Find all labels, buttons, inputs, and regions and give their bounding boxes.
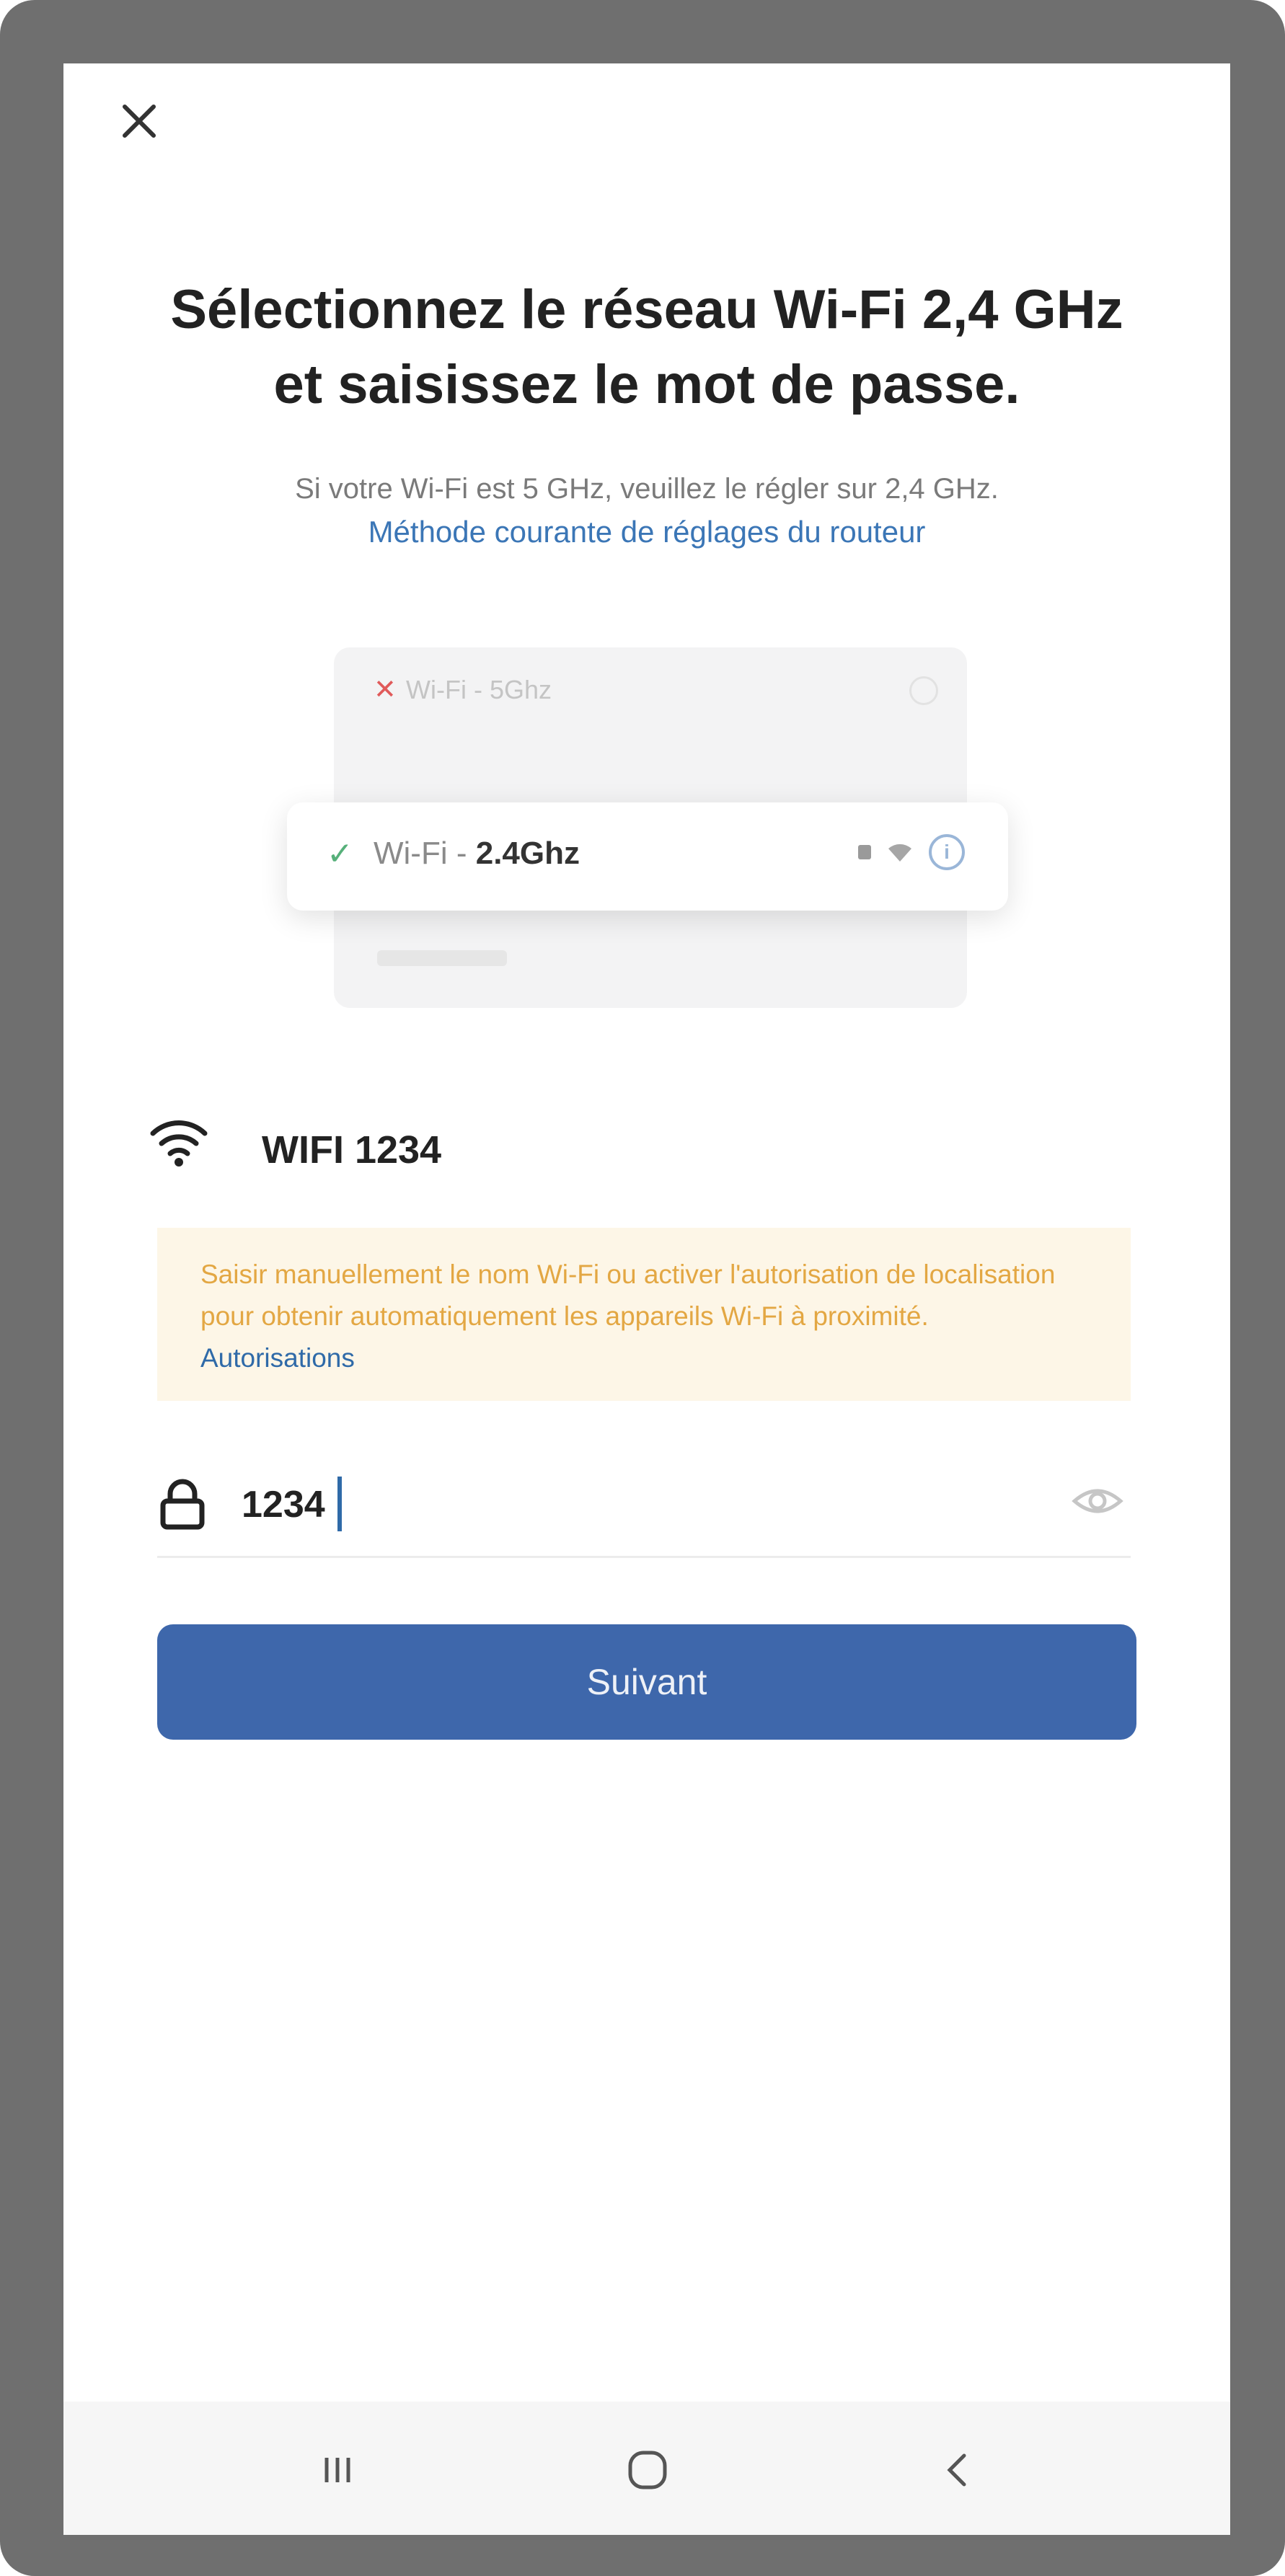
system-navigation-bar xyxy=(63,2402,1230,2535)
password-input[interactable] xyxy=(240,1475,964,1534)
permissions-link[interactable]: Autorisations xyxy=(200,1343,355,1373)
back-button[interactable] xyxy=(907,2430,1008,2510)
cross-icon: ✕ xyxy=(374,675,397,705)
illustration-placeholder-bar xyxy=(377,950,507,966)
back-icon xyxy=(947,2453,966,2487)
close-button[interactable] xyxy=(107,89,172,154)
app-screen: Sélectionnez le réseau Wi-Fi 2,4 GHz et … xyxy=(63,63,1230,2535)
page-title-line2: et saisissez le mot de passe. xyxy=(273,354,1020,415)
wifi-icon xyxy=(888,844,911,862)
illustration-label-5ghz: Wi-Fi - 5Ghz xyxy=(406,675,552,704)
check-icon: ✓ xyxy=(327,836,353,872)
location-permission-notice: Saisir manuellement le nom Wi-Fi ou acti… xyxy=(157,1228,1131,1401)
page-title: Sélectionnez le réseau Wi-Fi 2,4 GHz et … xyxy=(63,273,1230,422)
illustration-label-24ghz: Wi-Fi - 2.4Ghz xyxy=(374,836,580,872)
illustration-row-24ghz: ✓ Wi-Fi - 2.4Ghz i xyxy=(287,802,1008,911)
home-icon xyxy=(628,2451,667,2489)
notice-text: Saisir manuellement le nom Wi-Fi ou acti… xyxy=(200,1260,1056,1331)
ssid-selector[interactable]: WIFI 1234 xyxy=(150,1109,1160,1188)
recents-icon xyxy=(324,2458,350,2482)
wifi-icon xyxy=(150,1120,208,1167)
home-button[interactable] xyxy=(597,2430,698,2510)
text-cursor xyxy=(337,1477,342,1531)
subtitle-hint: Si votre Wi-Fi est 5 GHz, veuillez le ré… xyxy=(295,473,999,505)
info-icon xyxy=(909,676,938,705)
page-title-line1: Sélectionnez le réseau Wi-Fi 2,4 GHz xyxy=(170,279,1123,340)
lock-icon xyxy=(160,1479,205,1530)
lock-icon xyxy=(858,845,871,859)
illustration-status-icons: i xyxy=(858,834,965,870)
illustration-label-prefix: Wi-Fi - xyxy=(374,836,476,871)
eye-icon[interactable] xyxy=(1072,1479,1123,1523)
next-button[interactable]: Suivant xyxy=(157,1624,1136,1740)
close-icon xyxy=(123,105,156,138)
illustration-row-5ghz: ✕ Wi-Fi - 5Ghz xyxy=(334,655,967,727)
password-field xyxy=(157,1455,1131,1558)
recents-button[interactable] xyxy=(287,2430,388,2510)
info-icon: i xyxy=(929,834,965,870)
ssid-value: WIFI 1234 xyxy=(262,1128,442,1172)
router-settings-link[interactable]: Méthode courante de réglages du routeur xyxy=(63,510,1230,554)
illustration-label-band: 2.4Ghz xyxy=(475,836,580,871)
device-frame: Sélectionnez le réseau Wi-Fi 2,4 GHz et … xyxy=(0,0,1285,2576)
